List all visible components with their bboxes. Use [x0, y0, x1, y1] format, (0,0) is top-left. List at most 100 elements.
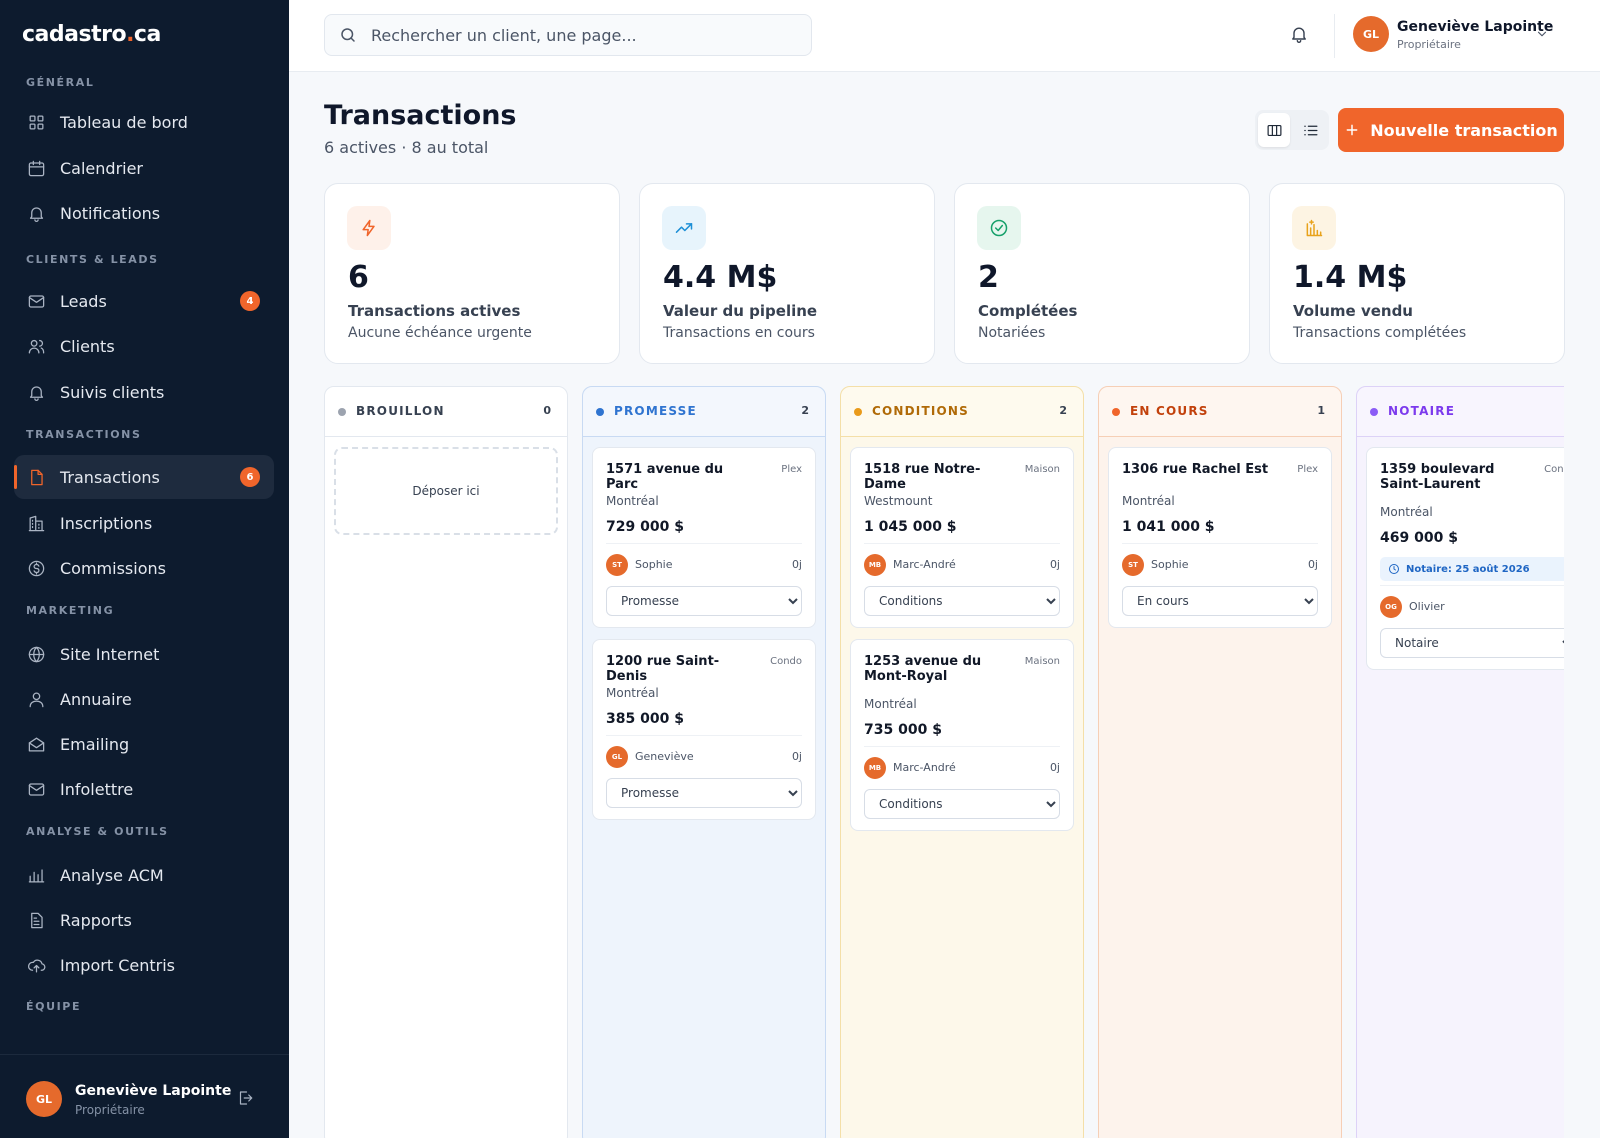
- bell-icon: [26, 203, 46, 223]
- transaction-card[interactable]: 1306 rue Rachel Est Plex Montréal 1 041 000…: [1108, 447, 1332, 628]
- globe-icon: [26, 644, 46, 664]
- search-bar[interactable]: [324, 14, 812, 56]
- card-days: 0j: [1049, 761, 1060, 774]
- app-logo[interactable]: cadastro.ca: [22, 22, 161, 47]
- card-price: 735 000 $: [864, 722, 942, 738]
- sidebar-item-label: Commissions: [60, 558, 166, 578]
- sidebar-item-suivis-clients[interactable]: Suivis clients: [14, 370, 274, 414]
- stat-subtext: Notariées: [978, 325, 1046, 341]
- status-select[interactable]: BrouillonPromesseConditionsEn coursNotai…: [864, 789, 1060, 819]
- status-select[interactable]: BrouillonPromesseConditionsEn coursNotai…: [1380, 628, 1564, 658]
- stat-value: 4.4 M$: [663, 260, 778, 295]
- list-view-icon[interactable]: [1294, 113, 1326, 147]
- logout-icon[interactable]: [236, 1089, 256, 1109]
- avatar: ST: [606, 554, 628, 576]
- transaction-card[interactable]: 1253 avenue du Mont-Royal Maison Montréal 7…: [850, 639, 1074, 831]
- avatar: OG: [1380, 596, 1402, 618]
- card-address: 1518 rue Notre-Dame: [864, 462, 981, 492]
- divider: [1122, 543, 1318, 544]
- transaction-card[interactable]: 1359 boulevard Saint-Laurent Condo Montréa…: [1366, 447, 1564, 670]
- kanban-column-brouillon: BROUILLON 0 Déposer ici: [324, 386, 568, 1138]
- card-agent: Geneviève: [635, 750, 694, 763]
- kanban-column-notaire: NOTAIRE 1359 boulevard Saint-Laurent Condo…: [1356, 386, 1564, 1138]
- column-header: PROMESSE 2: [583, 387, 825, 437]
- transaction-card[interactable]: 1571 avenue du Parc Plex Montréal 729 000 $…: [592, 447, 816, 628]
- sidebar-item-inscriptions[interactable]: Inscriptions: [14, 501, 274, 545]
- user-name: Geneviève Lapointe: [75, 1083, 232, 1099]
- card-address: 1200 rue Saint-Denis: [606, 654, 720, 684]
- stat-label: Transactions actives: [348, 302, 521, 320]
- sidebar-item-commissions[interactable]: Commissions: [14, 546, 274, 590]
- kanban-view-icon[interactable]: [1258, 113, 1290, 147]
- card-days: 0j: [791, 558, 802, 571]
- search-input[interactable]: [371, 25, 771, 45]
- nav-section-general: GÉNÉRAL: [26, 76, 95, 89]
- card-days: 0j: [1049, 558, 1060, 571]
- mail-icon: [26, 291, 46, 311]
- status-select[interactable]: BrouillonPromesseConditionsEn coursNotai…: [1122, 586, 1318, 616]
- sidebar-item-label: Site Internet: [60, 644, 160, 664]
- stat-value: 2: [978, 260, 999, 295]
- card-address: 1253 avenue du Mont-Royal: [864, 654, 982, 684]
- divider: [864, 746, 1060, 747]
- status-select[interactable]: BrouillonPromesseConditionsEn coursNotai…: [606, 586, 802, 616]
- sidebar-item-label: Tableau de bord: [60, 112, 188, 132]
- logo-text: cadastro: [22, 22, 127, 47]
- stat-card: 6 Transactions actives Aucune échéance urg…: [324, 183, 620, 364]
- property-type-badge: Condo: [770, 656, 802, 667]
- column-header: EN COURS 1: [1099, 387, 1341, 437]
- new-transaction-button[interactable]: Nouvelle transaction: [1338, 108, 1564, 152]
- sidebar-item-rapports[interactable]: Rapports: [14, 898, 274, 942]
- user-role: Propriétaire: [75, 1103, 145, 1117]
- users-icon: [26, 336, 46, 356]
- notifications-bell-icon[interactable]: [1289, 24, 1311, 46]
- stat-subtext: Transactions complétées: [1293, 325, 1467, 341]
- sidebar-item-site-internet[interactable]: Site Internet: [14, 632, 274, 676]
- count-badge: 4: [240, 291, 260, 311]
- user-menu[interactable]: GL Geneviève Lapointe Propriétaire: [1353, 14, 1573, 58]
- card-city: Westmount: [864, 494, 933, 508]
- building-chart-icon: [1292, 206, 1336, 250]
- mail-icon: [26, 779, 46, 799]
- report-icon: [26, 910, 46, 930]
- card-price: 1 041 000 $: [1122, 519, 1215, 535]
- sidebar-item-leads[interactable]: Leads 4: [14, 279, 274, 323]
- transaction-card[interactable]: 1518 rue Notre-Dame Maison Westmount 1 045 …: [850, 447, 1074, 628]
- nav-section-transactions: TRANSACTIONS: [26, 428, 142, 441]
- sidebar-item-analyse-acm[interactable]: Analyse ACM: [14, 853, 274, 897]
- sidebar-item-label: Leads: [60, 291, 107, 311]
- column-title: PROMESSE: [614, 404, 697, 418]
- status-select[interactable]: BrouillonPromesseConditionsEn coursNotai…: [864, 586, 1060, 616]
- search-icon: [341, 28, 355, 42]
- page-subtitle: 6 actives · 8 au total: [324, 138, 489, 157]
- property-type-badge: Plex: [781, 464, 802, 475]
- sidebar-item-tableau-de-bord[interactable]: Tableau de bord: [14, 100, 274, 144]
- sidebar-item-label: Emailing: [60, 734, 130, 754]
- status-select[interactable]: BrouillonPromesseConditionsEn coursNotai…: [606, 778, 802, 808]
- sidebar-item-emailing[interactable]: Emailing: [14, 722, 274, 766]
- transaction-card[interactable]: 1200 rue Saint-Denis Condo Montréal 385 000…: [592, 639, 816, 820]
- page-title: Transactions: [324, 100, 517, 131]
- sidebar-user-panel: GL Geneviève Lapointe Propriétaire: [0, 1054, 289, 1138]
- sidebar-item-clients[interactable]: Clients: [14, 324, 274, 368]
- avatar: MB: [864, 554, 886, 576]
- card-agent: Sophie: [635, 558, 673, 571]
- avatar[interactable]: GL: [26, 1081, 62, 1117]
- stat-value: 6: [348, 260, 369, 295]
- sidebar-item-calendrier[interactable]: Calendrier: [14, 146, 274, 190]
- sidebar-item-label: Infolettre: [60, 779, 134, 799]
- sidebar-item-infolettre[interactable]: Infolettre: [14, 767, 274, 811]
- stat-label: Volume vendu: [1293, 302, 1413, 320]
- sidebar-item-import-centris[interactable]: Import Centris: [14, 943, 274, 987]
- sidebar-item-transactions[interactable]: Transactions 6: [14, 455, 274, 499]
- property-type-badge: Maison: [1024, 464, 1060, 475]
- sidebar-item-notifications[interactable]: Notifications: [14, 191, 274, 235]
- divider: [606, 735, 802, 736]
- sidebar-item-annuaire[interactable]: Annuaire: [14, 677, 274, 721]
- drop-zone[interactable]: Déposer ici: [334, 447, 558, 535]
- card-city: Montréal: [606, 494, 659, 508]
- card-days: 0j: [791, 750, 802, 763]
- envelope-open-icon: [26, 734, 46, 754]
- new-transaction-label: Nouvelle transaction: [1370, 120, 1558, 140]
- calendar-icon: [26, 158, 46, 178]
